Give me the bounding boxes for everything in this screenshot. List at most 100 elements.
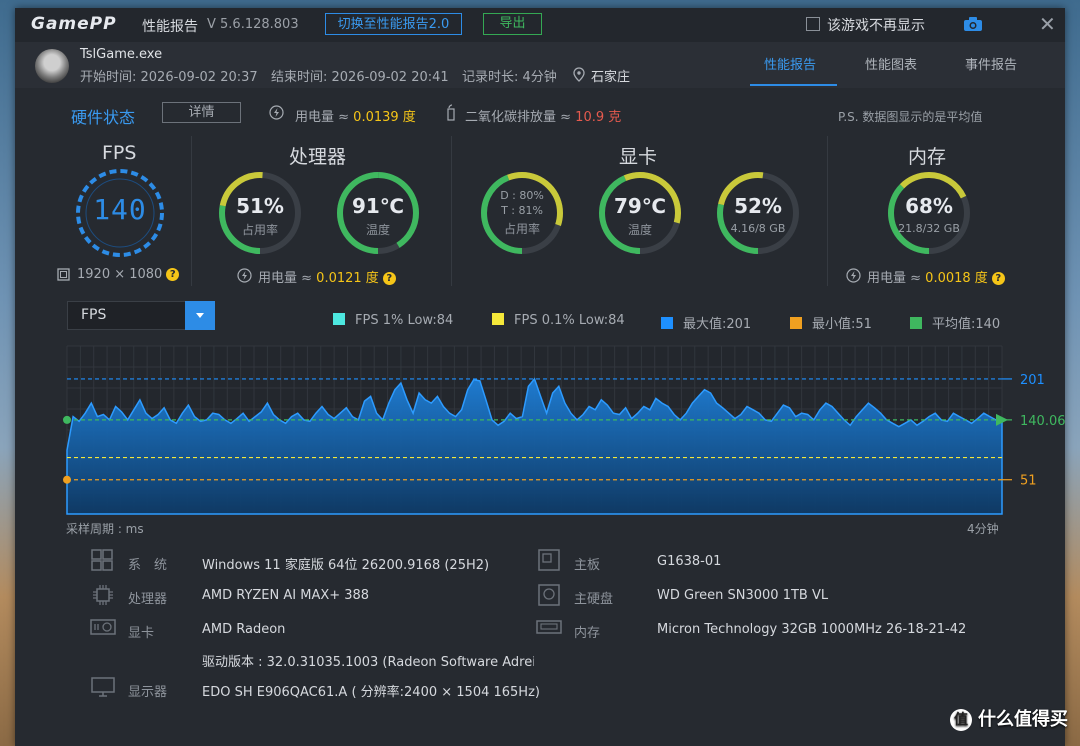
cpu-power: 用电量 ≈ 0.0121 度? bbox=[258, 267, 396, 286]
monitor-icon bbox=[57, 268, 70, 281]
fps-section-title: FPS bbox=[102, 142, 137, 164]
gpu-temp-value: 79℃ bbox=[613, 194, 667, 218]
divider bbox=[827, 136, 828, 286]
dropdown-button[interactable] bbox=[185, 301, 215, 330]
gpu-d-usage: D : 80% bbox=[500, 189, 544, 202]
title-bar: GamePP 性能报告 V 5.6.128.803 切换至性能报告2.0 导出 … bbox=[15, 8, 1065, 42]
memory-section-title: 内存 bbox=[908, 146, 947, 168]
spec-memory-value: Micron Technology 32GB 1000MHz 26-18-21-… bbox=[657, 622, 967, 637]
cpu-usage-label: 占用率 bbox=[241, 223, 278, 237]
spec-memory-key: 内存 bbox=[574, 626, 601, 641]
cpu-usage-value: 51% bbox=[236, 194, 284, 218]
legend-swatch bbox=[333, 313, 345, 325]
divider bbox=[451, 136, 452, 286]
spec-motherboard-value: G1638-01 bbox=[657, 554, 722, 569]
power-icon bbox=[846, 268, 861, 283]
tab-event-report[interactable]: 事件报告 bbox=[965, 54, 1017, 73]
x-axis-end-label: 4分钟 bbox=[967, 522, 999, 536]
memory-usage-detail: 21.8/32 GB bbox=[898, 222, 960, 235]
fps-value: 140 bbox=[93, 193, 147, 226]
gpu-card-icon bbox=[90, 619, 116, 635]
app-version: V 5.6.128.803 bbox=[207, 17, 299, 32]
tab-performance-chart[interactable]: 性能图表 bbox=[865, 54, 917, 73]
legend-min: 最小值:51 bbox=[790, 313, 872, 332]
min-line-label: 51 bbox=[1020, 474, 1037, 489]
avg-start-marker bbox=[63, 415, 71, 424]
chevron-down-icon bbox=[196, 313, 204, 318]
game-avatar bbox=[35, 49, 69, 83]
dont-show-checkbox[interactable] bbox=[806, 17, 820, 31]
avg-line-label: 140.06 bbox=[1020, 414, 1065, 429]
app-logo: GamePP bbox=[31, 14, 117, 34]
location-pin-icon bbox=[573, 67, 585, 82]
duration: 记录时长: 4分钟 bbox=[462, 70, 557, 85]
memory-usage-value: 68% bbox=[905, 194, 953, 218]
start-time: 开始时间: 2026-09-02 20:37 bbox=[80, 70, 258, 85]
spec-disk-value: WD Green SN3000 1TB VL bbox=[657, 588, 829, 603]
gpu-temp-label: 温度 bbox=[627, 223, 652, 237]
cpu-temp-label: 温度 bbox=[365, 223, 390, 237]
game-exe: TslGame.exe bbox=[80, 47, 163, 62]
cpu-section-title: 处理器 bbox=[289, 146, 347, 168]
watermark-badge: 值 bbox=[950, 709, 972, 731]
active-tab-indicator bbox=[750, 84, 837, 86]
spec-os-key: 系 统 bbox=[128, 558, 168, 573]
spec-disk-key: 主硬盘 bbox=[574, 592, 614, 607]
watermark: 值什么值得买 bbox=[950, 705, 1068, 731]
switch-report-button[interactable]: 切换至性能报告2.0 bbox=[325, 13, 462, 35]
window-title: 性能报告 bbox=[142, 19, 198, 35]
camera-icon[interactable] bbox=[963, 16, 983, 32]
export-button[interactable]: 导出 bbox=[483, 13, 542, 35]
memory-stick-icon bbox=[536, 620, 562, 634]
power-icon bbox=[269, 105, 284, 120]
hardware-status-title: 硬件状态 bbox=[71, 108, 136, 127]
spec-display-value: EDO SH E906QAC61.A ( 分辨率:2400 × 1504 165… bbox=[202, 685, 540, 700]
windows-icon bbox=[91, 549, 113, 571]
help-icon[interactable]: ? bbox=[166, 268, 180, 281]
fps-area-chart: 201 140.06 51 bbox=[63, 345, 1065, 515]
spec-os-value: Windows 11 家庭版 64位 26200.9168 (25H2) bbox=[202, 558, 490, 573]
motherboard-icon bbox=[538, 549, 560, 571]
end-time: 结束时间: 2026-09-02 20:41 bbox=[271, 70, 449, 85]
cpu-chip-icon bbox=[93, 585, 113, 605]
legend-fps-01-low: FPS 0.1% Low:84 bbox=[492, 313, 625, 328]
gpu-t-usage: T : 81% bbox=[501, 204, 543, 217]
metric-select-value: FPS bbox=[81, 307, 107, 323]
detail-button[interactable]: 详情 bbox=[162, 102, 241, 123]
tab-performance-report[interactable]: 性能报告 bbox=[764, 54, 816, 73]
spec-cpu-value: AMD RYZEN AI MAX+ 388 bbox=[202, 588, 370, 603]
ps-note: P.S. 数据图显示的是平均值 bbox=[838, 110, 983, 124]
legend-swatch bbox=[790, 317, 802, 329]
spec-gpu-value: AMD Radeon bbox=[202, 622, 286, 637]
display-icon bbox=[91, 677, 115, 697]
legend-avg: 平均值:140 bbox=[910, 313, 1000, 332]
gpu-vram-value: 52% bbox=[734, 194, 782, 218]
gpu-usage-label: 占用率 bbox=[503, 222, 540, 236]
gpu-vram-detail: 4.16/8 GB bbox=[730, 222, 786, 235]
total-power: 用电量 ≈ 0.0139 度 bbox=[295, 110, 416, 125]
co2-icon bbox=[447, 104, 455, 121]
legend-swatch bbox=[910, 317, 922, 329]
co2-emission: 二氧化碳排放量 ≈ 10.9 克 bbox=[465, 110, 622, 125]
max-line-label: 201 bbox=[1020, 373, 1045, 388]
memory-power: 用电量 ≈ 0.0018 度? bbox=[867, 267, 1005, 286]
spec-gpu-driver: 驱动版本 : 32.0.31035.1003 (Radeon Software … bbox=[202, 655, 534, 670]
divider bbox=[191, 136, 192, 286]
metric-select[interactable]: FPS bbox=[67, 301, 215, 330]
legend-swatch bbox=[661, 317, 673, 329]
resolution: 1920 × 1080? bbox=[77, 267, 180, 282]
spec-gpu-key: 显卡 bbox=[128, 626, 155, 641]
legend-max: 最大值:201 bbox=[661, 313, 751, 332]
help-icon[interactable]: ? bbox=[991, 272, 1005, 285]
close-icon[interactable]: ✕ bbox=[1039, 12, 1056, 36]
gamepp-window: GamePP 性能报告 V 5.6.128.803 切换至性能报告2.0 导出 … bbox=[15, 8, 1065, 746]
x-axis-start-label: 采样周期 : ms bbox=[66, 522, 144, 536]
spec-cpu-key: 处理器 bbox=[128, 592, 168, 607]
legend-swatch bbox=[492, 313, 504, 325]
spec-motherboard-key: 主板 bbox=[574, 558, 601, 573]
gpu-section-title: 显卡 bbox=[619, 146, 658, 168]
help-icon[interactable]: ? bbox=[382, 272, 396, 285]
legend-fps-1-low: FPS 1% Low:84 bbox=[333, 313, 453, 328]
cpu-temp-value: 91℃ bbox=[351, 194, 405, 218]
hard-disk-icon bbox=[538, 584, 560, 606]
